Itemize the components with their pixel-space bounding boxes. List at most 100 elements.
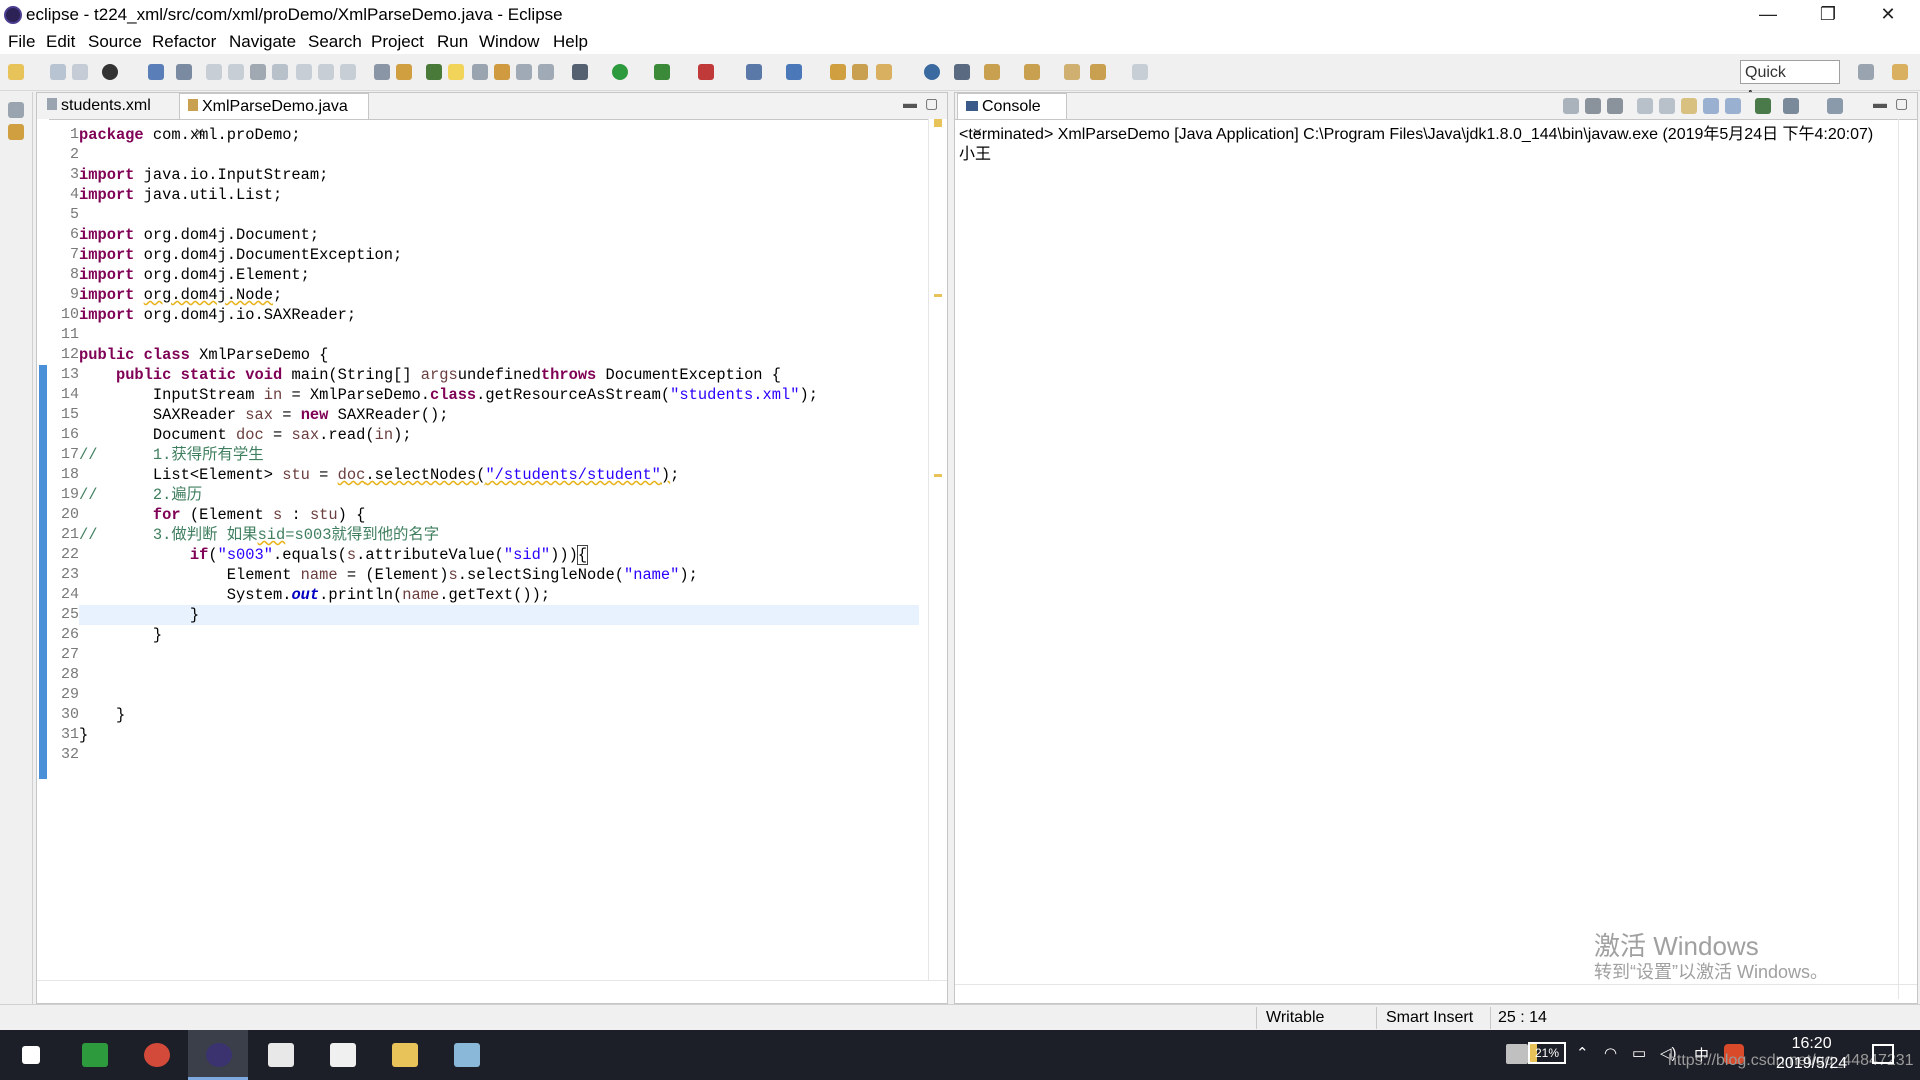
open-console-icon[interactable] <box>1827 98 1843 114</box>
start-button[interactable] <box>0 1030 60 1080</box>
code-line[interactable]: // 1.获得所有学生 <box>79 445 919 465</box>
menu-source[interactable]: Source <box>88 32 142 52</box>
taskbar-eclipse[interactable] <box>188 1030 248 1080</box>
step-over-icon[interactable] <box>318 64 334 80</box>
taskbar-photos[interactable] <box>312 1030 372 1080</box>
menu-run[interactable]: Run <box>437 32 468 52</box>
console-output[interactable]: <terminated> XmlParseDemo [Java Applicat… <box>959 125 1873 165</box>
new-class-icon[interactable] <box>786 64 802 80</box>
pin-icon[interactable] <box>954 64 970 80</box>
terminate-icon[interactable] <box>250 64 266 80</box>
menu-file[interactable]: File <box>8 32 35 52</box>
save-all-icon[interactable] <box>72 64 88 80</box>
clear-console-icon[interactable] <box>1637 98 1653 114</box>
console-vertical-scrollbar[interactable] <box>1898 119 1917 999</box>
minimize-button[interactable]: — <box>1740 0 1796 30</box>
step-return-icon[interactable] <box>340 64 356 80</box>
action-center-icon[interactable] <box>1872 1044 1894 1064</box>
code-line[interactable]: Element name = (Element)s.selectSingleNo… <box>79 565 919 585</box>
code-line[interactable]: if("s003".equals(s.attributeValue("sid")… <box>79 545 919 565</box>
terminate-icon[interactable] <box>1563 98 1579 114</box>
source-code[interactable]: package com.xml.proDemo; import java.io.I… <box>79 125 919 765</box>
word-wrap-icon[interactable] <box>1681 98 1697 114</box>
taskbar-chrome[interactable] <box>126 1030 186 1080</box>
package-explorer-icon[interactable] <box>8 124 24 140</box>
debug-icon[interactable] <box>102 64 118 80</box>
code-line[interactable]: } <box>79 725 919 745</box>
open-type-icon[interactable] <box>426 64 442 80</box>
run-icon[interactable] <box>612 64 628 80</box>
battery-indicator[interactable]: 21% <box>1528 1042 1566 1064</box>
code-line[interactable]: // 3.做判断 如果sid=s003就得到他的名字 <box>79 525 919 545</box>
tab-students-xml[interactable]: students.xml <box>39 93 179 119</box>
code-line[interactable]: // 2.遍历 <box>79 485 919 505</box>
code-line[interactable]: } <box>79 705 919 725</box>
restore-view-icon[interactable] <box>8 102 24 118</box>
show-whitespace-icon[interactable] <box>516 64 532 80</box>
open-task-icon[interactable] <box>852 64 868 80</box>
drop-to-frame-icon[interactable] <box>374 64 390 80</box>
code-line[interactable] <box>79 685 919 705</box>
code-line[interactable]: import java.io.InputStream; <box>79 165 919 185</box>
coverage-icon[interactable] <box>654 64 670 80</box>
skip-breakpoints-icon[interactable] <box>176 64 192 80</box>
display-console-icon[interactable] <box>1783 98 1799 114</box>
suspend-icon[interactable] <box>228 64 244 80</box>
disconnect-icon[interactable] <box>272 64 288 80</box>
menu-search[interactable]: Search <box>308 32 362 52</box>
open-perspective-icon[interactable] <box>1858 64 1874 80</box>
search-icon[interactable] <box>876 64 892 80</box>
code-line[interactable]: List<Element> stu = doc.selectNodes("/st… <box>79 465 919 485</box>
taskbar-hbuilder[interactable] <box>64 1030 124 1080</box>
show-stderr-icon[interactable] <box>1725 98 1741 114</box>
restore-button[interactable]: ❐ <box>1800 0 1856 30</box>
code-line[interactable]: } <box>79 605 919 625</box>
code-line[interactable]: System.out.println(name.getText()); <box>79 585 919 605</box>
tab-console[interactable]: Console ✕ <box>957 93 1067 140</box>
code-line[interactable]: } <box>79 625 919 645</box>
resume-icon[interactable] <box>206 64 222 80</box>
code-line[interactable]: import org.dom4j.io.SAXReader; <box>79 305 919 325</box>
wifi-icon[interactable]: ◠ <box>1604 1044 1617 1062</box>
maximize-view-icon[interactable]: ▢ <box>1895 95 1908 112</box>
tab-xmlparsedemo-java[interactable]: XmlParseDemo.java ✕ <box>179 93 369 140</box>
new-java-project-icon[interactable] <box>746 64 762 80</box>
use-step-filters-icon[interactable] <box>396 64 412 80</box>
last-edit-icon[interactable] <box>1064 64 1080 80</box>
code-line[interactable]: public class XmlParseDemo { <box>79 345 919 365</box>
code-line[interactable] <box>79 145 919 165</box>
code-line[interactable]: Document doc = sax.read(in); <box>79 425 919 445</box>
taskbar-file-explorer[interactable] <box>374 1030 434 1080</box>
code-line[interactable]: import org.dom4j.Element; <box>79 265 919 285</box>
mark-occurrences-icon[interactable] <box>448 64 464 80</box>
code-line[interactable]: import org.dom4j.Node; <box>79 285 919 305</box>
java-perspective-icon[interactable] <box>1892 64 1908 80</box>
code-line[interactable] <box>79 645 919 665</box>
code-line[interactable]: package com.xml.proDemo; <box>79 125 919 145</box>
code-line[interactable]: import org.dom4j.Document; <box>79 225 919 245</box>
terminal-icon[interactable] <box>148 64 164 80</box>
code-line[interactable]: import java.util.List; <box>79 185 919 205</box>
back-icon[interactable] <box>1090 64 1106 80</box>
pin-console-icon[interactable] <box>1755 98 1771 114</box>
word-wrap-icon[interactable] <box>494 64 510 80</box>
menu-edit[interactable]: Edit <box>46 32 75 52</box>
bug-icon[interactable] <box>572 64 588 80</box>
globe-icon[interactable] <box>924 64 940 80</box>
open-folder-icon[interactable] <box>830 64 846 80</box>
clock[interactable]: 16:20 2019/5/24 <box>1776 1034 1847 1074</box>
external-tools-icon[interactable] <box>698 64 714 80</box>
taskbar-video[interactable] <box>250 1030 310 1080</box>
previous-annotation-icon[interactable] <box>1024 64 1040 80</box>
code-line[interactable]: for (Element s : stu) { <box>79 505 919 525</box>
editor-vertical-scrollbar[interactable] <box>928 119 947 999</box>
forward-icon[interactable] <box>1132 64 1148 80</box>
menu-navigate[interactable]: Navigate <box>229 32 296 52</box>
menu-window[interactable]: Window <box>479 32 539 52</box>
next-annotation-icon[interactable] <box>984 64 1000 80</box>
code-area[interactable]: 1 2 3 4 5 6 7 8 9 10 11 12 13 14 15 16 1… <box>37 119 947 999</box>
pilcrow-icon[interactable] <box>538 64 554 80</box>
remove-all-icon[interactable] <box>1607 98 1623 114</box>
network-icon[interactable]: ▭ <box>1632 1044 1646 1062</box>
code-line[interactable]: InputStream in = XmlParseDemo.class.getR… <box>79 385 919 405</box>
